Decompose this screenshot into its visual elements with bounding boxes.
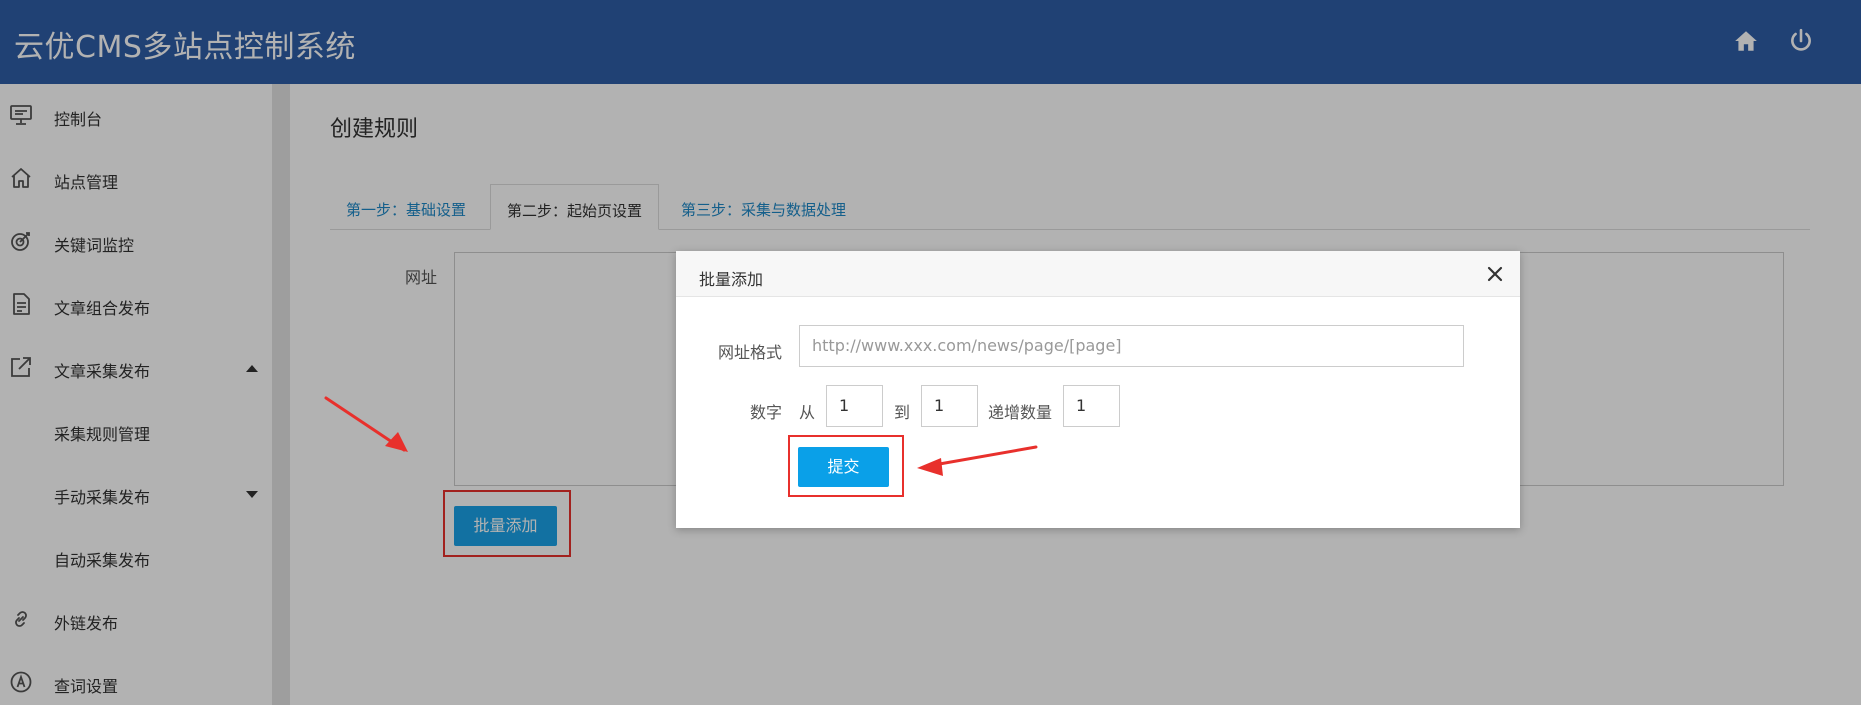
dialog-header: 批量添加: [676, 251, 1520, 297]
from-input[interactable]: 1: [826, 385, 883, 427]
from-label: 从: [799, 403, 816, 422]
number-label: 数字: [750, 403, 783, 422]
batch-add-dialog: 批量添加 网址格式 http://www.xxx.com/news/page/[…: [676, 251, 1520, 528]
url-format-input[interactable]: http://www.xxx.com/news/page/[page]: [799, 325, 1464, 367]
step-label: 递增数量: [988, 403, 1053, 422]
url-format-label: 网址格式: [718, 343, 783, 362]
to-input[interactable]: 1: [921, 385, 978, 427]
to-label: 到: [894, 403, 911, 422]
dialog-title: 批量添加: [699, 270, 764, 289]
close-icon[interactable]: [1484, 263, 1506, 285]
highlight-box: [788, 435, 904, 497]
step-input[interactable]: 1: [1063, 385, 1120, 427]
